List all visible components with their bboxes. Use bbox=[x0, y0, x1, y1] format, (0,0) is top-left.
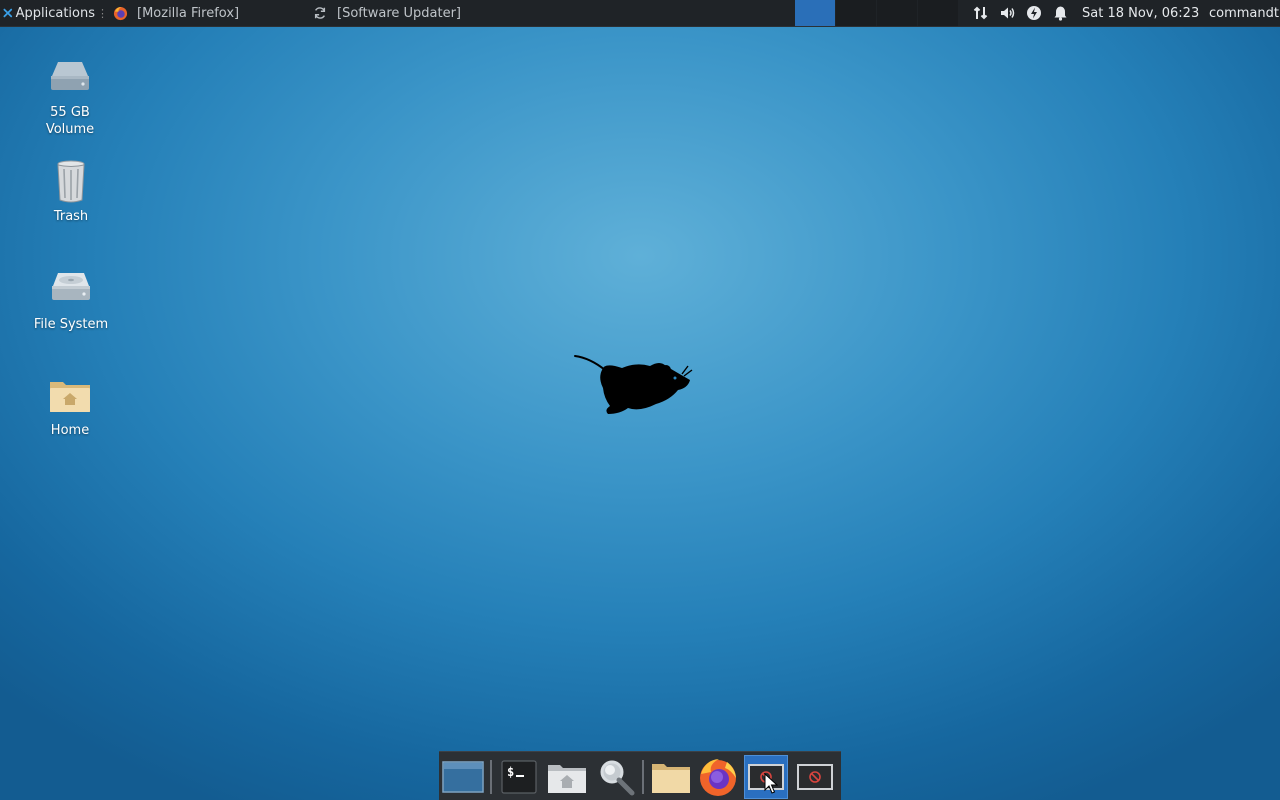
user-menu[interactable]: commandt bbox=[1209, 0, 1279, 26]
dock-separator bbox=[642, 760, 644, 794]
terminal-icon: $ bbox=[501, 760, 537, 794]
dock-search[interactable] bbox=[594, 755, 638, 799]
show-desktop-icon bbox=[442, 761, 484, 793]
xfce-mouse-logo bbox=[574, 355, 693, 414]
desktop-icon-home-label: Home bbox=[50, 423, 90, 438]
dock-show-desktop[interactable] bbox=[441, 755, 485, 799]
home-folder-icon bbox=[50, 382, 90, 412]
home-folder-icon bbox=[548, 765, 586, 793]
dock: $ bbox=[439, 751, 841, 800]
task-software-updater-label: [Software Updater] bbox=[337, 5, 462, 21]
notification-bell-icon[interactable] bbox=[1049, 0, 1071, 26]
workspace-3[interactable] bbox=[877, 0, 917, 26]
dock-terminal[interactable]: $ bbox=[497, 755, 541, 799]
task-firefox-label: [Mozilla Firefox] bbox=[137, 5, 240, 21]
dock-window-2[interactable] bbox=[793, 755, 837, 799]
applications-menu[interactable]: Applications ⋮ bbox=[0, 0, 108, 26]
dock-firefox[interactable] bbox=[696, 755, 740, 799]
file-manager-icon bbox=[652, 764, 690, 793]
workspace-4[interactable] bbox=[918, 0, 958, 26]
applications-label: Applications bbox=[15, 5, 95, 21]
workspace-2[interactable] bbox=[836, 0, 876, 26]
network-icon[interactable] bbox=[970, 0, 992, 26]
desktop-icon-file-system[interactable]: File System bbox=[21, 266, 121, 333]
trash-icon bbox=[57, 160, 85, 203]
desktop-icon-volume-label: 55 GB Volume bbox=[45, 105, 95, 137]
separator-icon: ⋮ bbox=[97, 6, 108, 20]
clock[interactable]: Sat 18 Nov, 06:23 bbox=[1082, 0, 1199, 26]
drive-icon bbox=[51, 62, 89, 90]
svg-text:$: $ bbox=[507, 765, 514, 779]
mouse-cursor-icon bbox=[764, 773, 778, 794]
desktop-icon-trash[interactable]: Trash bbox=[21, 158, 121, 225]
task-firefox[interactable]: [Mozilla Firefox] bbox=[112, 0, 308, 26]
xfce-logo-icon bbox=[3, 8, 13, 18]
top-panel: Applications ⋮ [Mozilla Firefox] [Softwa… bbox=[0, 0, 1280, 27]
desktop-icon-home[interactable]: Home bbox=[20, 372, 120, 439]
window-icon bbox=[797, 764, 833, 790]
desktop-icon-file-system-label: File System bbox=[33, 317, 109, 332]
volume-icon[interactable] bbox=[996, 0, 1018, 26]
workspace-1[interactable] bbox=[795, 0, 835, 26]
dock-home[interactable] bbox=[545, 755, 589, 799]
firefox-icon bbox=[700, 759, 736, 796]
refresh-icon bbox=[312, 5, 328, 21]
power-icon[interactable] bbox=[1023, 0, 1045, 26]
firefox-icon bbox=[112, 5, 128, 21]
dock-separator bbox=[490, 760, 492, 794]
search-icon bbox=[600, 760, 635, 796]
dock-file-manager[interactable] bbox=[649, 755, 693, 799]
hard-disk-icon bbox=[52, 273, 90, 300]
desktop-icon-trash-label: Trash bbox=[53, 209, 89, 224]
task-software-updater[interactable]: [Software Updater] bbox=[312, 0, 510, 26]
desktop-icon-volume[interactable]: 55 GB Volume bbox=[20, 54, 120, 138]
